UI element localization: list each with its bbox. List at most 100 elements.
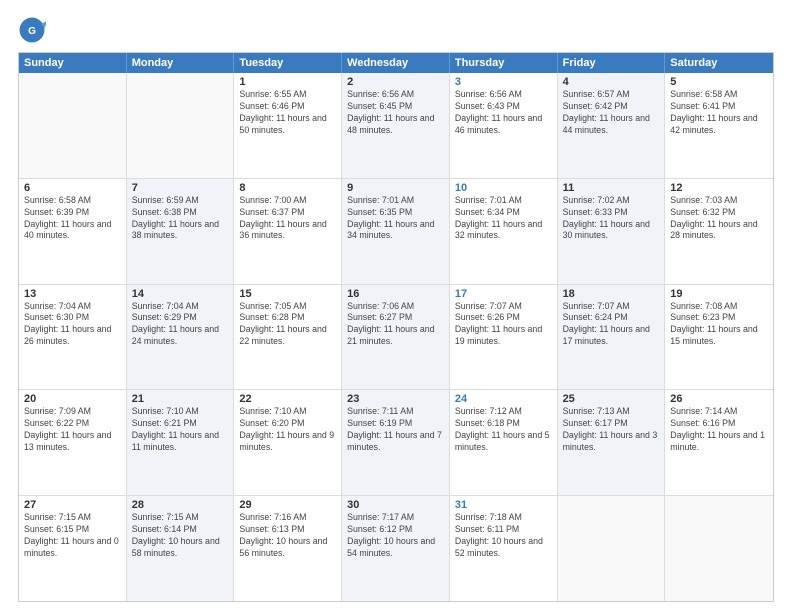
day-number: 19 [670, 288, 768, 300]
header-day-monday: Monday [127, 53, 235, 73]
header-day-saturday: Saturday [665, 53, 773, 73]
cell-detail: Sunrise: 7:07 AM Sunset: 6:26 PM Dayligh… [455, 301, 552, 349]
day-number: 7 [132, 182, 229, 194]
header-day-tuesday: Tuesday [234, 53, 342, 73]
cal-cell: 15Sunrise: 7:05 AM Sunset: 6:28 PM Dayli… [234, 285, 342, 390]
cell-detail: Sunrise: 7:10 AM Sunset: 6:21 PM Dayligh… [132, 406, 229, 454]
calendar-header: SundayMondayTuesdayWednesdayThursdayFrid… [19, 53, 773, 73]
cell-detail: Sunrise: 7:08 AM Sunset: 6:23 PM Dayligh… [670, 301, 768, 349]
day-number: 16 [347, 288, 444, 300]
calendar: SundayMondayTuesdayWednesdayThursdayFrid… [18, 52, 774, 602]
header-day-sunday: Sunday [19, 53, 127, 73]
cell-detail: Sunrise: 7:05 AM Sunset: 6:28 PM Dayligh… [239, 301, 336, 349]
day-number: 4 [563, 76, 660, 88]
cell-detail: Sunrise: 7:02 AM Sunset: 6:33 PM Dayligh… [563, 195, 660, 243]
day-number: 2 [347, 76, 444, 88]
logo-icon: G [18, 16, 46, 44]
day-number: 9 [347, 182, 444, 194]
cal-cell: 1Sunrise: 6:55 AM Sunset: 6:46 PM Daylig… [234, 73, 342, 178]
day-number: 21 [132, 393, 229, 405]
day-number: 23 [347, 393, 444, 405]
cal-cell: 2Sunrise: 6:56 AM Sunset: 6:45 PM Daylig… [342, 73, 450, 178]
cell-detail: Sunrise: 7:03 AM Sunset: 6:32 PM Dayligh… [670, 195, 768, 243]
cal-cell: 28Sunrise: 7:15 AM Sunset: 6:14 PM Dayli… [127, 496, 235, 601]
cell-detail: Sunrise: 7:04 AM Sunset: 6:30 PM Dayligh… [24, 301, 121, 349]
cal-row-4: 27Sunrise: 7:15 AM Sunset: 6:15 PM Dayli… [19, 495, 773, 601]
day-number: 28 [132, 499, 229, 511]
cell-detail: Sunrise: 7:01 AM Sunset: 6:34 PM Dayligh… [455, 195, 552, 243]
day-number: 1 [239, 76, 336, 88]
cal-cell: 26Sunrise: 7:14 AM Sunset: 6:16 PM Dayli… [665, 390, 773, 495]
cell-detail: Sunrise: 6:58 AM Sunset: 6:41 PM Dayligh… [670, 89, 768, 137]
cell-detail: Sunrise: 7:18 AM Sunset: 6:11 PM Dayligh… [455, 512, 552, 560]
cell-detail: Sunrise: 6:58 AM Sunset: 6:39 PM Dayligh… [24, 195, 121, 243]
cal-cell: 21Sunrise: 7:10 AM Sunset: 6:21 PM Dayli… [127, 390, 235, 495]
cal-cell [19, 73, 127, 178]
day-number: 20 [24, 393, 121, 405]
cal-cell: 16Sunrise: 7:06 AM Sunset: 6:27 PM Dayli… [342, 285, 450, 390]
cal-cell: 24Sunrise: 7:12 AM Sunset: 6:18 PM Dayli… [450, 390, 558, 495]
cell-detail: Sunrise: 7:06 AM Sunset: 6:27 PM Dayligh… [347, 301, 444, 349]
header-day-wednesday: Wednesday [342, 53, 450, 73]
cal-cell [665, 496, 773, 601]
day-number: 3 [455, 76, 552, 88]
day-number: 14 [132, 288, 229, 300]
cal-cell: 12Sunrise: 7:03 AM Sunset: 6:32 PM Dayli… [665, 179, 773, 284]
cal-cell: 6Sunrise: 6:58 AM Sunset: 6:39 PM Daylig… [19, 179, 127, 284]
day-number: 29 [239, 499, 336, 511]
day-number: 17 [455, 288, 552, 300]
cell-detail: Sunrise: 7:14 AM Sunset: 6:16 PM Dayligh… [670, 406, 768, 454]
cell-detail: Sunrise: 6:56 AM Sunset: 6:45 PM Dayligh… [347, 89, 444, 137]
day-number: 11 [563, 182, 660, 194]
cal-cell: 19Sunrise: 7:08 AM Sunset: 6:23 PM Dayli… [665, 285, 773, 390]
cell-detail: Sunrise: 7:17 AM Sunset: 6:12 PM Dayligh… [347, 512, 444, 560]
cal-cell: 29Sunrise: 7:16 AM Sunset: 6:13 PM Dayli… [234, 496, 342, 601]
cal-cell: 5Sunrise: 6:58 AM Sunset: 6:41 PM Daylig… [665, 73, 773, 178]
cal-cell: 4Sunrise: 6:57 AM Sunset: 6:42 PM Daylig… [558, 73, 666, 178]
cal-cell: 31Sunrise: 7:18 AM Sunset: 6:11 PM Dayli… [450, 496, 558, 601]
day-number: 25 [563, 393, 660, 405]
day-number: 24 [455, 393, 552, 405]
logo: G [18, 16, 50, 44]
day-number: 13 [24, 288, 121, 300]
calendar-body: 1Sunrise: 6:55 AM Sunset: 6:46 PM Daylig… [19, 73, 773, 601]
cell-detail: Sunrise: 7:04 AM Sunset: 6:29 PM Dayligh… [132, 301, 229, 349]
cal-row-2: 13Sunrise: 7:04 AM Sunset: 6:30 PM Dayli… [19, 284, 773, 390]
cell-detail: Sunrise: 7:11 AM Sunset: 6:19 PM Dayligh… [347, 406, 444, 454]
cal-cell: 11Sunrise: 7:02 AM Sunset: 6:33 PM Dayli… [558, 179, 666, 284]
cal-row-0: 1Sunrise: 6:55 AM Sunset: 6:46 PM Daylig… [19, 73, 773, 178]
cal-cell: 23Sunrise: 7:11 AM Sunset: 6:19 PM Dayli… [342, 390, 450, 495]
cell-detail: Sunrise: 7:13 AM Sunset: 6:17 PM Dayligh… [563, 406, 660, 454]
cell-detail: Sunrise: 7:01 AM Sunset: 6:35 PM Dayligh… [347, 195, 444, 243]
cell-detail: Sunrise: 7:07 AM Sunset: 6:24 PM Dayligh… [563, 301, 660, 349]
day-number: 22 [239, 393, 336, 405]
day-number: 10 [455, 182, 552, 194]
header-day-thursday: Thursday [450, 53, 558, 73]
cal-cell: 20Sunrise: 7:09 AM Sunset: 6:22 PM Dayli… [19, 390, 127, 495]
cal-cell: 13Sunrise: 7:04 AM Sunset: 6:30 PM Dayli… [19, 285, 127, 390]
cal-cell [558, 496, 666, 601]
cal-cell: 27Sunrise: 7:15 AM Sunset: 6:15 PM Dayli… [19, 496, 127, 601]
cal-row-1: 6Sunrise: 6:58 AM Sunset: 6:39 PM Daylig… [19, 178, 773, 284]
cal-cell: 14Sunrise: 7:04 AM Sunset: 6:29 PM Dayli… [127, 285, 235, 390]
cal-cell: 25Sunrise: 7:13 AM Sunset: 6:17 PM Dayli… [558, 390, 666, 495]
cal-cell: 18Sunrise: 7:07 AM Sunset: 6:24 PM Dayli… [558, 285, 666, 390]
cell-detail: Sunrise: 7:09 AM Sunset: 6:22 PM Dayligh… [24, 406, 121, 454]
cal-cell: 9Sunrise: 7:01 AM Sunset: 6:35 PM Daylig… [342, 179, 450, 284]
cal-cell: 3Sunrise: 6:56 AM Sunset: 6:43 PM Daylig… [450, 73, 558, 178]
cell-detail: Sunrise: 7:00 AM Sunset: 6:37 PM Dayligh… [239, 195, 336, 243]
day-number: 8 [239, 182, 336, 194]
cal-cell: 8Sunrise: 7:00 AM Sunset: 6:37 PM Daylig… [234, 179, 342, 284]
day-number: 27 [24, 499, 121, 511]
cell-detail: Sunrise: 6:57 AM Sunset: 6:42 PM Dayligh… [563, 89, 660, 137]
day-number: 6 [24, 182, 121, 194]
cell-detail: Sunrise: 6:55 AM Sunset: 6:46 PM Dayligh… [239, 89, 336, 137]
svg-text:G: G [28, 26, 36, 37]
cal-cell [127, 73, 235, 178]
day-number: 5 [670, 76, 768, 88]
cal-cell: 7Sunrise: 6:59 AM Sunset: 6:38 PM Daylig… [127, 179, 235, 284]
cal-row-3: 20Sunrise: 7:09 AM Sunset: 6:22 PM Dayli… [19, 389, 773, 495]
day-number: 15 [239, 288, 336, 300]
day-number: 26 [670, 393, 768, 405]
cal-cell: 10Sunrise: 7:01 AM Sunset: 6:34 PM Dayli… [450, 179, 558, 284]
